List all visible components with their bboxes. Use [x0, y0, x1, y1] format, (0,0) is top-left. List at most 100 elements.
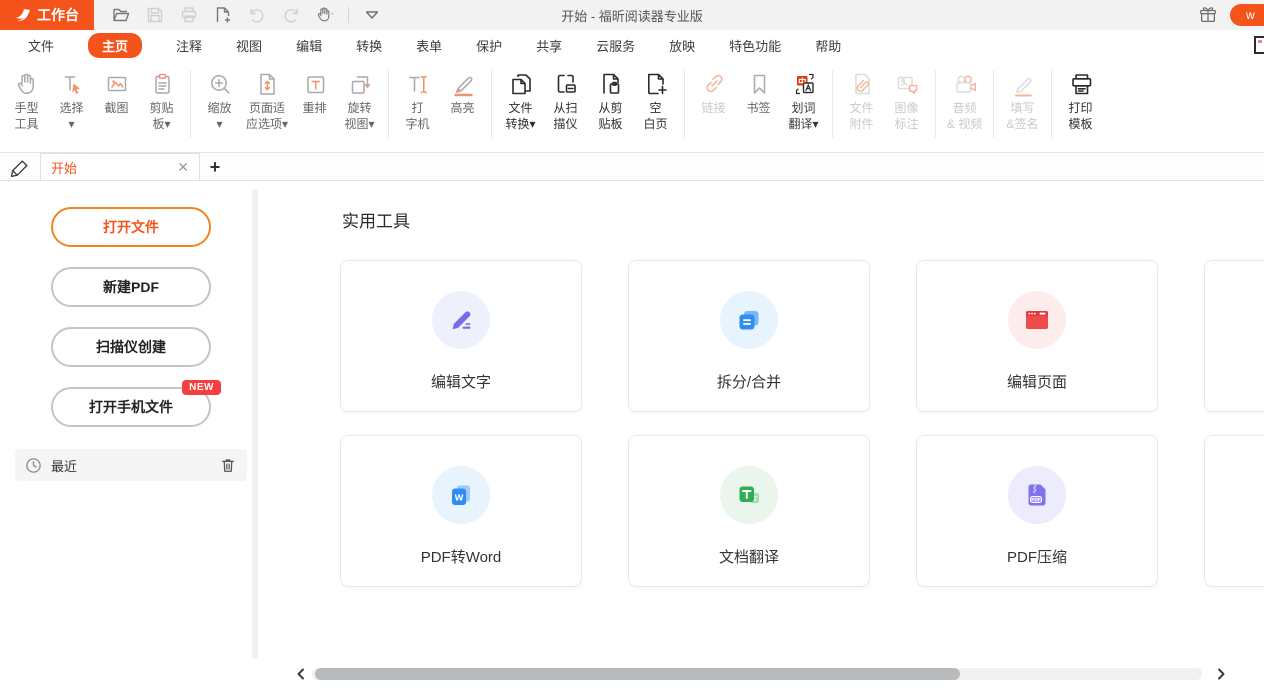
hand-tool-button[interactable]: 手型 工具	[4, 60, 49, 152]
toolbar-separator	[1051, 70, 1052, 138]
tools-panel: 实用工具 编辑文字 拆分/合并 编辑页面	[262, 181, 1264, 691]
doc-translate-icon	[720, 466, 778, 524]
toolbar-separator	[190, 70, 191, 138]
zoom-in-icon	[206, 68, 234, 100]
toolbar-separator	[388, 70, 389, 138]
tool-card-edit-text[interactable]: 编辑文字	[340, 260, 582, 412]
menu-home[interactable]: 主页	[88, 33, 142, 58]
menu-cloud[interactable]: 云服务	[596, 36, 635, 55]
zoom-button[interactable]: 缩放 ▾	[197, 60, 242, 152]
hand-tool-quick-icon[interactable]	[312, 3, 338, 27]
recent-files-row[interactable]: 最近	[15, 449, 247, 481]
panel-edge-icon[interactable]	[1254, 36, 1264, 54]
tool-card-edit-pages[interactable]: 编辑页面	[916, 260, 1158, 412]
gift-icon[interactable]	[1198, 5, 1218, 25]
from-clipboard-button[interactable]: 从剪 贴板	[588, 60, 633, 152]
from-scanner-button[interactable]: 从扫 描仪	[543, 60, 588, 152]
open-file-icon[interactable]	[108, 3, 134, 27]
split-merge-icon	[720, 291, 778, 349]
menu-convert[interactable]: 转换	[356, 36, 382, 55]
tab-bar: 开始 ✕ +	[0, 154, 1264, 181]
menu-protect[interactable]: 保护	[476, 36, 502, 55]
open-file-button[interactable]: 打开文件	[51, 207, 211, 247]
blank-page-icon	[642, 68, 670, 100]
reflow-button[interactable]: 重排	[292, 60, 337, 152]
menu-features[interactable]: 特色功能	[729, 36, 781, 55]
clipboard-button[interactable]: 剪贴 板▾	[139, 60, 184, 152]
tool-card-partial[interactable]	[1204, 260, 1264, 412]
scanner-create-button[interactable]: 扫描仪创建	[51, 327, 211, 367]
snapshot-button[interactable]: 截图	[94, 60, 139, 152]
tab-close-icon[interactable]: ✕	[177, 159, 189, 176]
from-scanner-icon	[552, 68, 580, 100]
tool-card-split-merge[interactable]: 拆分/合并	[628, 260, 870, 412]
start-page: 打开文件 新建PDF 扫描仪创建 打开手机文件 NEW 最近 实用工具	[0, 181, 1264, 691]
tool-card-pdf-compress[interactable]: PDF PDF压缩	[916, 435, 1158, 587]
edit-pages-icon	[1008, 291, 1066, 349]
bookmark-button[interactable]: 书签	[736, 60, 781, 152]
file-convert-icon	[507, 68, 535, 100]
sidebar-scrollbar[interactable]	[252, 189, 258, 659]
new-tab-button[interactable]: +	[200, 154, 230, 180]
menu-file[interactable]: 文件	[28, 36, 54, 55]
horizontal-scrollbar	[262, 662, 1264, 688]
create-pdf-button[interactable]: 新建PDF	[51, 267, 211, 307]
toolbar-separator	[993, 70, 994, 138]
scrollbar-thumb[interactable]	[315, 668, 960, 680]
menu-present[interactable]: 放映	[669, 36, 695, 55]
typewriter-button[interactable]: 打 字机	[395, 60, 440, 152]
hand-icon	[13, 68, 41, 100]
customize-toolbar-icon[interactable]	[359, 3, 385, 27]
image-annotation-icon	[893, 68, 921, 100]
typewriter-icon	[404, 68, 432, 100]
open-mobile-file-button[interactable]: 打开手机文件 NEW	[51, 387, 211, 427]
fill-sign-button: 填写 &签名	[1000, 60, 1045, 152]
menu-edit[interactable]: 编辑	[296, 36, 322, 55]
select-tool-button[interactable]: 选择 ▾	[49, 60, 94, 152]
title-bar: 工作台 开始 - 福昕阅读器专业版	[0, 0, 1264, 30]
quick-access-separator	[348, 7, 349, 23]
quick-access-toolbar	[108, 3, 385, 27]
rotate-view-button[interactable]: 旋转 视图▾	[337, 60, 382, 152]
new-badge: NEW	[182, 380, 221, 395]
menu-form[interactable]: 表单	[416, 36, 442, 55]
bookmark-icon	[745, 68, 773, 100]
edit-text-icon	[432, 291, 490, 349]
pen-mode-icon[interactable]	[0, 154, 40, 180]
menu-share[interactable]: 共享	[536, 36, 562, 55]
scrollbar-track[interactable]	[312, 668, 1202, 680]
workspace-button[interactable]: 工作台	[0, 0, 94, 30]
ribbon-toolbar: 手型 工具 选择 ▾ 截图 剪贴 板▾ 缩放 ▾ 页面适 应选	[0, 60, 1264, 153]
link-button: 链接	[691, 60, 736, 152]
fill-sign-icon	[1009, 68, 1037, 100]
sidebar: 打开文件 新建PDF 扫描仪创建 打开手机文件 NEW 最近	[0, 181, 262, 691]
toolbar-separator	[491, 70, 492, 138]
undo-icon	[244, 3, 270, 27]
upgrade-button[interactable]: w	[1230, 4, 1264, 26]
file-convert-button[interactable]: 文件 转换▾	[498, 60, 543, 152]
blank-page-button[interactable]: 空 白页	[633, 60, 678, 152]
scroll-left-icon[interactable]	[294, 667, 308, 681]
menu-help[interactable]: 帮助	[815, 36, 841, 55]
tool-card-doc-translate[interactable]: 文档翻译	[628, 435, 870, 587]
audio-video-button: 音频 & 视频	[942, 60, 987, 152]
tool-card-partial[interactable]	[1204, 435, 1264, 587]
tab-start[interactable]: 开始 ✕	[40, 153, 200, 180]
foxit-logo-icon	[15, 8, 31, 22]
clear-recent-icon[interactable]	[219, 456, 237, 474]
toolbar-separator	[684, 70, 685, 138]
print-template-button[interactable]: 打印 模板	[1058, 60, 1103, 152]
menu-comment[interactable]: 注释	[176, 36, 202, 55]
rotate-view-icon	[346, 68, 374, 100]
new-document-icon[interactable]	[210, 3, 236, 27]
word-translate-button[interactable]: 划词 翻译▾	[781, 60, 826, 152]
pdf-to-word-icon: w	[432, 466, 490, 524]
reflow-icon	[301, 68, 329, 100]
select-cursor-icon	[58, 68, 86, 100]
page-fit-options-button[interactable]: 页面适 应选项▾	[242, 60, 292, 152]
highlight-button[interactable]: 高亮	[440, 60, 485, 152]
scroll-right-icon[interactable]	[1214, 667, 1228, 681]
highlighter-icon	[449, 68, 477, 100]
menu-view[interactable]: 视图	[236, 36, 262, 55]
tool-card-pdf-to-word[interactable]: w PDF转Word	[340, 435, 582, 587]
